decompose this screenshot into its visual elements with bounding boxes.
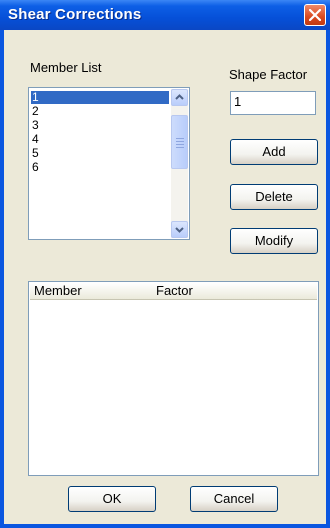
delete-button[interactable]: Delete (230, 184, 318, 210)
member-list-scrollbar[interactable] (171, 89, 188, 238)
add-button[interactable]: Add (230, 139, 318, 165)
list-item[interactable]: 2 (31, 105, 39, 118)
window-title: Shear Corrections (8, 6, 142, 23)
scroll-down-button[interactable] (171, 221, 188, 238)
list-item[interactable]: 1 (31, 91, 169, 104)
column-header-factor[interactable]: Factor (156, 283, 193, 298)
shape-factor-label: Shape Factor (229, 67, 308, 82)
ok-button[interactable]: OK (68, 486, 156, 512)
dialog-window: Shear Corrections Member List 1 2 3 4 5 … (0, 0, 330, 528)
title-bar[interactable]: Shear Corrections (0, 0, 330, 30)
member-listbox[interactable]: 1 2 3 4 5 6 (28, 87, 190, 240)
modify-button[interactable]: Modify (230, 228, 318, 254)
chevron-up-icon (175, 94, 184, 100)
member-factor-table[interactable]: Member Factor (28, 281, 319, 476)
table-header: Member Factor (30, 283, 317, 300)
scroll-up-button[interactable] (171, 89, 188, 106)
list-item[interactable]: 5 (31, 147, 39, 160)
column-header-member[interactable]: Member (34, 283, 82, 298)
cancel-button[interactable]: Cancel (190, 486, 278, 512)
list-item[interactable]: 6 (31, 161, 39, 174)
close-button[interactable] (304, 4, 326, 26)
close-icon (309, 9, 321, 21)
shape-factor-input[interactable]: 1 (230, 91, 316, 115)
dialog-body: Member List 1 2 3 4 5 6 Shape Factor 1 A… (4, 30, 326, 524)
list-item[interactable]: 4 (31, 133, 39, 146)
scroll-thumb[interactable] (171, 115, 188, 169)
member-list-label: Member List (30, 60, 102, 75)
chevron-down-icon (175, 227, 184, 233)
list-item[interactable]: 3 (31, 119, 39, 132)
